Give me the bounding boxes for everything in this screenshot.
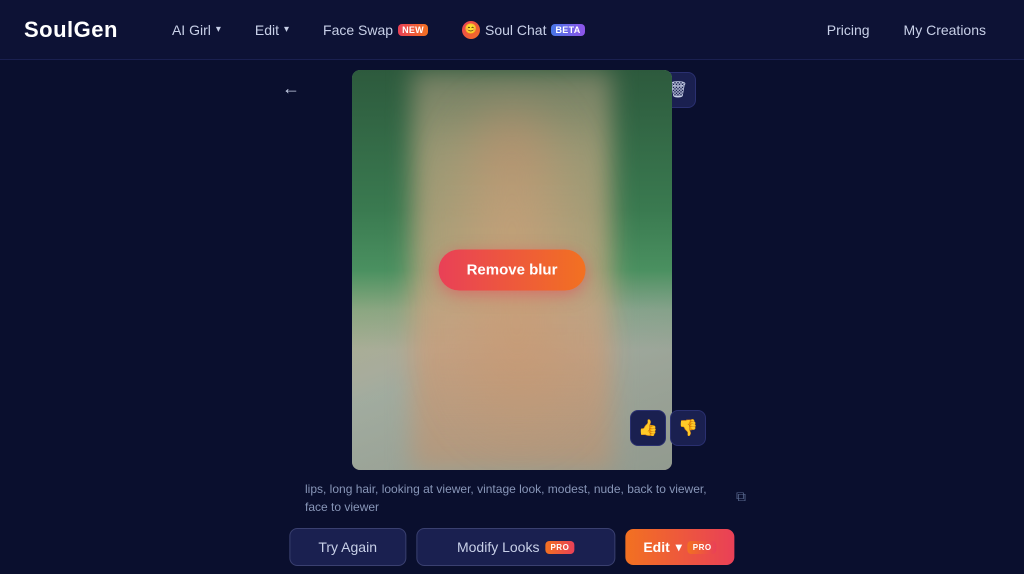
nav-item-ai-girl[interactable]: AI Girl ▾: [158, 16, 235, 44]
thumbs-up-icon: 👍: [638, 418, 658, 438]
nav-label-edit: Edit: [255, 22, 279, 38]
chevron-down-icon-edit: ▾: [284, 24, 289, 35]
nav-item-face-swap[interactable]: Face Swap NEW: [309, 16, 442, 44]
chevron-down-icon: ▾: [216, 24, 221, 35]
nav-links: AI Girl ▾ Edit ▾ Face Swap NEW 😊 Soul Ch…: [158, 15, 1000, 45]
copy-prompt-button[interactable]: ⧉: [727, 482, 755, 510]
thumbs-container: 👍 👎: [630, 410, 706, 446]
nav-item-soul-chat[interactable]: 😊 Soul Chat Beta: [448, 15, 599, 45]
nav-badge-beta: Beta: [551, 24, 584, 36]
logo: SoulGen: [24, 17, 118, 43]
nav-badge-new: NEW: [398, 24, 428, 36]
main-content: ← ⬇ 🗑 Remove blur 👍 👎 lips, long hair, l…: [0, 60, 1024, 574]
prompt-section: lips, long hair, looking at viewer, vint…: [305, 480, 755, 516]
edit-label: Edit: [643, 539, 669, 555]
edit-button[interactable]: Edit ▾ PRO: [625, 529, 734, 565]
nav-item-my-creations[interactable]: My Creations: [890, 16, 1000, 44]
nav-label-face-swap: Face Swap: [323, 22, 393, 38]
thumbs-up-button[interactable]: 👍: [630, 410, 666, 446]
back-button[interactable]: ←: [275, 72, 307, 104]
soul-chat-icon: 😊: [462, 21, 480, 39]
nav-label-ai-girl: AI Girl: [172, 22, 211, 38]
modify-pro-badge: PRO: [545, 541, 574, 554]
edit-pro-badge: PRO: [688, 541, 717, 554]
nav-label-soul-chat: Soul Chat: [485, 22, 546, 38]
modify-looks-label: Modify Looks: [457, 539, 539, 555]
navbar: SoulGen AI Girl ▾ Edit ▾ Face Swap NEW 😊…: [0, 0, 1024, 60]
modify-looks-button[interactable]: Modify Looks PRO: [416, 528, 615, 566]
nav-item-edit[interactable]: Edit ▾: [241, 16, 303, 44]
prompt-text: lips, long hair, looking at viewer, vint…: [305, 480, 717, 516]
nav-item-pricing[interactable]: Pricing: [813, 16, 884, 44]
image-container: Remove blur: [352, 70, 672, 470]
thumbs-down-icon: 👎: [678, 418, 698, 438]
thumbs-down-button[interactable]: 👎: [670, 410, 706, 446]
try-again-button[interactable]: Try Again: [289, 528, 406, 566]
copy-icon: ⧉: [736, 488, 746, 505]
edit-dropdown-arrow: ▾: [676, 540, 682, 554]
remove-blur-button[interactable]: Remove blur: [439, 250, 586, 291]
bottom-buttons: Try Again Modify Looks PRO Edit ▾ PRO: [289, 528, 734, 566]
